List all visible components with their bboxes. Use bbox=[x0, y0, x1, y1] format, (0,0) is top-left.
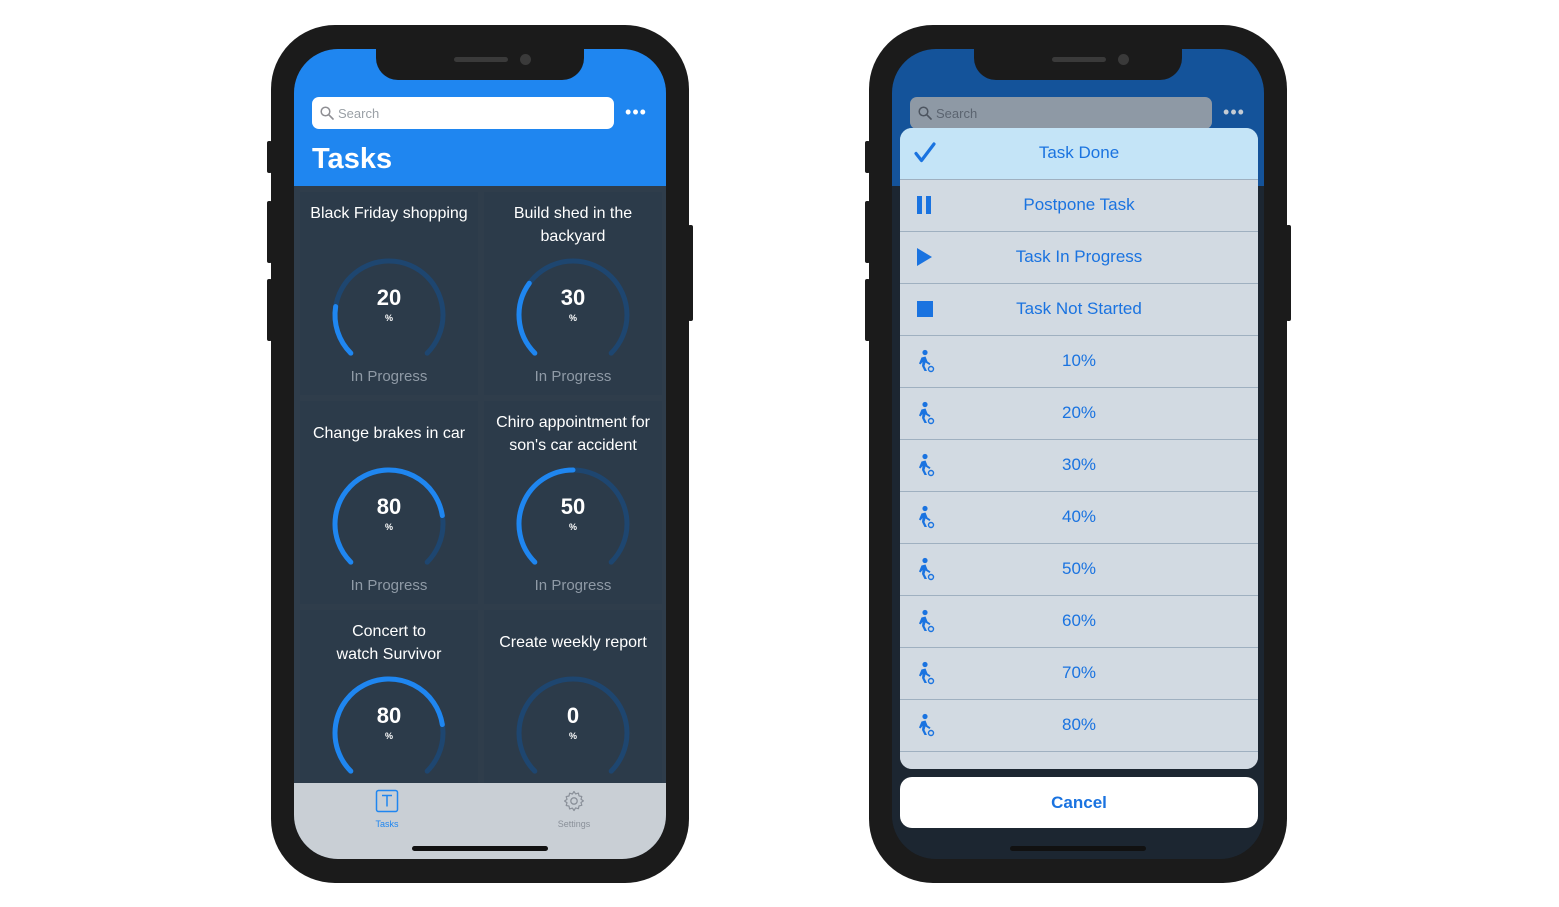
tab-label: Tasks bbox=[375, 819, 399, 829]
notch bbox=[376, 49, 584, 80]
action-sheet-screen: Search ••• Task Done Postpone Task Task … bbox=[892, 49, 1264, 859]
mute-switch bbox=[267, 141, 272, 173]
action-label: Task In Progress bbox=[1015, 247, 1143, 266]
action-task-in-progress[interactable]: Task In Progress bbox=[900, 232, 1258, 284]
task-status: In Progress bbox=[350, 577, 428, 594]
search-icon bbox=[320, 106, 334, 120]
action-label: 50% bbox=[1061, 559, 1097, 578]
action-label: Postpone Task bbox=[1023, 195, 1135, 214]
tab-label: Settings bbox=[557, 819, 591, 829]
task-name: Create weekly report bbox=[499, 634, 647, 651]
volume-down-button bbox=[267, 279, 272, 341]
action-percent-10[interactable]: 10% bbox=[900, 336, 1258, 388]
tab-tasks[interactable]: Tasks bbox=[342, 789, 432, 829]
task-tile[interactable]: Chiro appointment for son's car accident… bbox=[484, 401, 662, 604]
volume-up-button bbox=[267, 201, 272, 263]
action-task-not-started[interactable]: Task Not Started bbox=[900, 284, 1258, 336]
action-label: 60% bbox=[1061, 611, 1097, 630]
task-percent-unit: % bbox=[568, 731, 577, 741]
task-percent-unit: % bbox=[384, 522, 393, 532]
task-tile[interactable]: Black Friday shopping 20 % In Progress bbox=[300, 192, 478, 395]
task-status: In Progress bbox=[534, 368, 612, 385]
task-percent: 50 bbox=[560, 494, 586, 519]
action-label: 10% bbox=[1061, 351, 1097, 370]
task-percent-unit: % bbox=[384, 731, 393, 741]
task-percent: 80 bbox=[376, 703, 402, 728]
search-input[interactable]: Search bbox=[312, 97, 614, 129]
action-percent-20[interactable]: 20% bbox=[900, 388, 1258, 440]
task-name: Concert to watch Survivor bbox=[336, 623, 442, 663]
home-indicator bbox=[1010, 846, 1146, 851]
action-label: 40% bbox=[1061, 507, 1097, 526]
task-percent: 0 bbox=[566, 703, 580, 728]
task-name: Change brakes in car bbox=[312, 425, 466, 442]
cancel-label: Cancel bbox=[1051, 793, 1107, 812]
action-label: Task Done bbox=[1038, 143, 1120, 162]
cancel-button[interactable]: Cancel bbox=[900, 777, 1258, 828]
task-tile[interactable]: Change brakes in car 80 % In Progress bbox=[300, 401, 478, 604]
task-percent-unit: % bbox=[384, 313, 393, 323]
task-name: Chiro appointment for son's car accident bbox=[496, 414, 650, 454]
page-title: Tasks bbox=[312, 143, 393, 175]
side-button bbox=[688, 225, 693, 321]
search-icon bbox=[918, 106, 932, 120]
task-percent: 30 bbox=[560, 285, 586, 310]
search-input[interactable]: Search bbox=[910, 97, 1212, 129]
task-tile[interactable]: Build shed in the backyard 30 % In Progr… bbox=[484, 192, 662, 395]
volume-up-button bbox=[865, 201, 870, 263]
more-options-button[interactable]: ••• bbox=[621, 97, 651, 127]
action-label: 70% bbox=[1061, 663, 1097, 682]
gear-icon bbox=[564, 790, 584, 812]
task-percent: 20 bbox=[376, 285, 402, 310]
action-row-partial[interactable] bbox=[900, 752, 1258, 769]
task-status: In Progress bbox=[350, 368, 428, 385]
task-name: Build shed in the backyard bbox=[513, 205, 633, 245]
more-options-button[interactable]: ••• bbox=[1219, 97, 1249, 127]
action-task-done[interactable]: Task Done bbox=[900, 128, 1258, 180]
action-percent-60[interactable]: 60% bbox=[900, 596, 1258, 648]
action-percent-70[interactable]: 70% bbox=[900, 648, 1258, 700]
action-percent-30[interactable]: 30% bbox=[900, 440, 1258, 492]
tab-settings[interactable]: Settings bbox=[529, 789, 619, 829]
action-percent-80[interactable]: 80% bbox=[900, 700, 1258, 752]
task-status: In Progress bbox=[534, 577, 612, 594]
notch bbox=[974, 49, 1182, 80]
task-percent: 80 bbox=[376, 494, 402, 519]
action-label: Task Not Started bbox=[1016, 299, 1142, 318]
action-postpone-task[interactable]: Postpone Task bbox=[900, 180, 1258, 232]
side-button bbox=[1286, 225, 1291, 321]
volume-down-button bbox=[865, 279, 870, 341]
action-sheet: Task Done Postpone Task Task In Progress… bbox=[900, 128, 1258, 769]
action-percent-50[interactable]: 50% bbox=[900, 544, 1258, 596]
t-square-icon bbox=[375, 789, 399, 813]
task-percent-unit: % bbox=[568, 522, 577, 532]
phone-frame-actions: Search ••• Task Done Postpone Task Task … bbox=[865, 25, 1291, 883]
action-label: 30% bbox=[1061, 455, 1097, 474]
action-label: 20% bbox=[1061, 403, 1097, 422]
task-name: Black Friday shopping bbox=[310, 205, 468, 222]
search-placeholder: Search bbox=[936, 106, 978, 121]
tasks-screen: Search ••• Tasks Black Friday shopping 2… bbox=[294, 49, 666, 859]
phone-frame-tasks: Search ••• Tasks Black Friday shopping 2… bbox=[267, 25, 693, 883]
task-percent-unit: % bbox=[568, 313, 577, 323]
mute-switch bbox=[865, 141, 870, 173]
search-placeholder: Search bbox=[338, 106, 380, 121]
action-percent-40[interactable]: 40% bbox=[900, 492, 1258, 544]
home-indicator bbox=[412, 846, 548, 851]
action-label: 80% bbox=[1061, 715, 1097, 734]
